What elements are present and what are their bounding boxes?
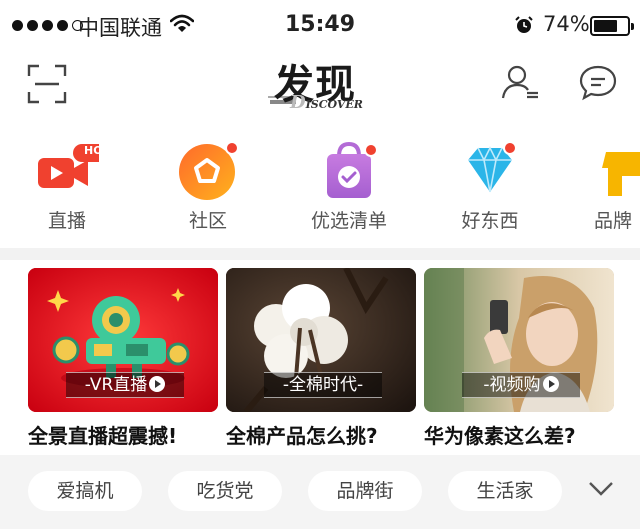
status-bar: 中国联通 15:49 74% <box>0 0 640 52</box>
card-tag: -视频购 <box>462 372 580 398</box>
category-good-stuff[interactable]: 好东西 <box>425 130 555 242</box>
card-caption[interactable]: 华为像素这么差? <box>424 420 576 449</box>
feature-card-video[interactable]: -视频购 <box>424 268 614 412</box>
category-label: 品牌 <box>594 210 633 232</box>
header: 发现 DISCOVER <box>0 52 640 122</box>
scan-icon[interactable] <box>27 64 67 108</box>
logo-subtitle: DISCOVER <box>290 92 363 113</box>
category-picks[interactable]: 优选清单 <box>284 130 414 242</box>
chip-brands[interactable]: 品牌街 <box>308 471 422 511</box>
category-label: 直播 <box>47 210 86 232</box>
battery-percent: 74% <box>543 12 590 36</box>
community-pentagon-icon <box>176 138 240 202</box>
category-live[interactable]: HOT 直播 <box>2 130 132 242</box>
card-caption[interactable]: 全棉产品怎么挑? <box>226 420 378 449</box>
section-divider <box>0 248 640 260</box>
alarm-icon <box>514 15 534 39</box>
category-label: 好东西 <box>461 210 519 232</box>
card-caption[interactable]: 全景直播超震撼! <box>28 420 177 449</box>
hot-badge: HOT <box>84 144 111 157</box>
message-icon[interactable] <box>578 62 618 106</box>
category-community[interactable]: 社区 <box>143 130 273 242</box>
play-icon <box>149 376 166 392</box>
card-tag: -VR直播 <box>66 372 184 398</box>
battery-fill <box>594 20 617 32</box>
shopping-bag-icon <box>317 138 381 202</box>
diamond-icon <box>458 138 522 202</box>
play-icon <box>542 376 559 392</box>
feature-card-cotton[interactable]: -全棉时代- <box>226 268 416 412</box>
brand-store-icon <box>600 138 640 202</box>
chip-gadgets[interactable]: 爱搞机 <box>28 471 142 511</box>
category-row: HOT 直播 社区 优选清单 好东西 品牌 <box>0 130 640 242</box>
battery-icon <box>590 16 634 36</box>
category-label: 社区 <box>188 210 227 232</box>
chip-foodies[interactable]: 吃货党 <box>168 471 282 511</box>
feature-card-vr[interactable]: -VR直播 <box>28 268 218 412</box>
user-icon[interactable] <box>500 62 540 106</box>
category-brand[interactable]: 品牌 <box>560 130 640 242</box>
category-label: 优选清单 <box>310 210 387 232</box>
chip-lifestyle[interactable]: 生活家 <box>448 471 562 511</box>
card-tag: -全棉时代- <box>264 372 382 398</box>
discover-logo: 发现 DISCOVER <box>268 52 388 114</box>
chevron-down-icon[interactable] <box>588 481 614 501</box>
topic-chip-bar: 爱搞机 吃货党 品牌街 生活家 <box>0 455 640 529</box>
